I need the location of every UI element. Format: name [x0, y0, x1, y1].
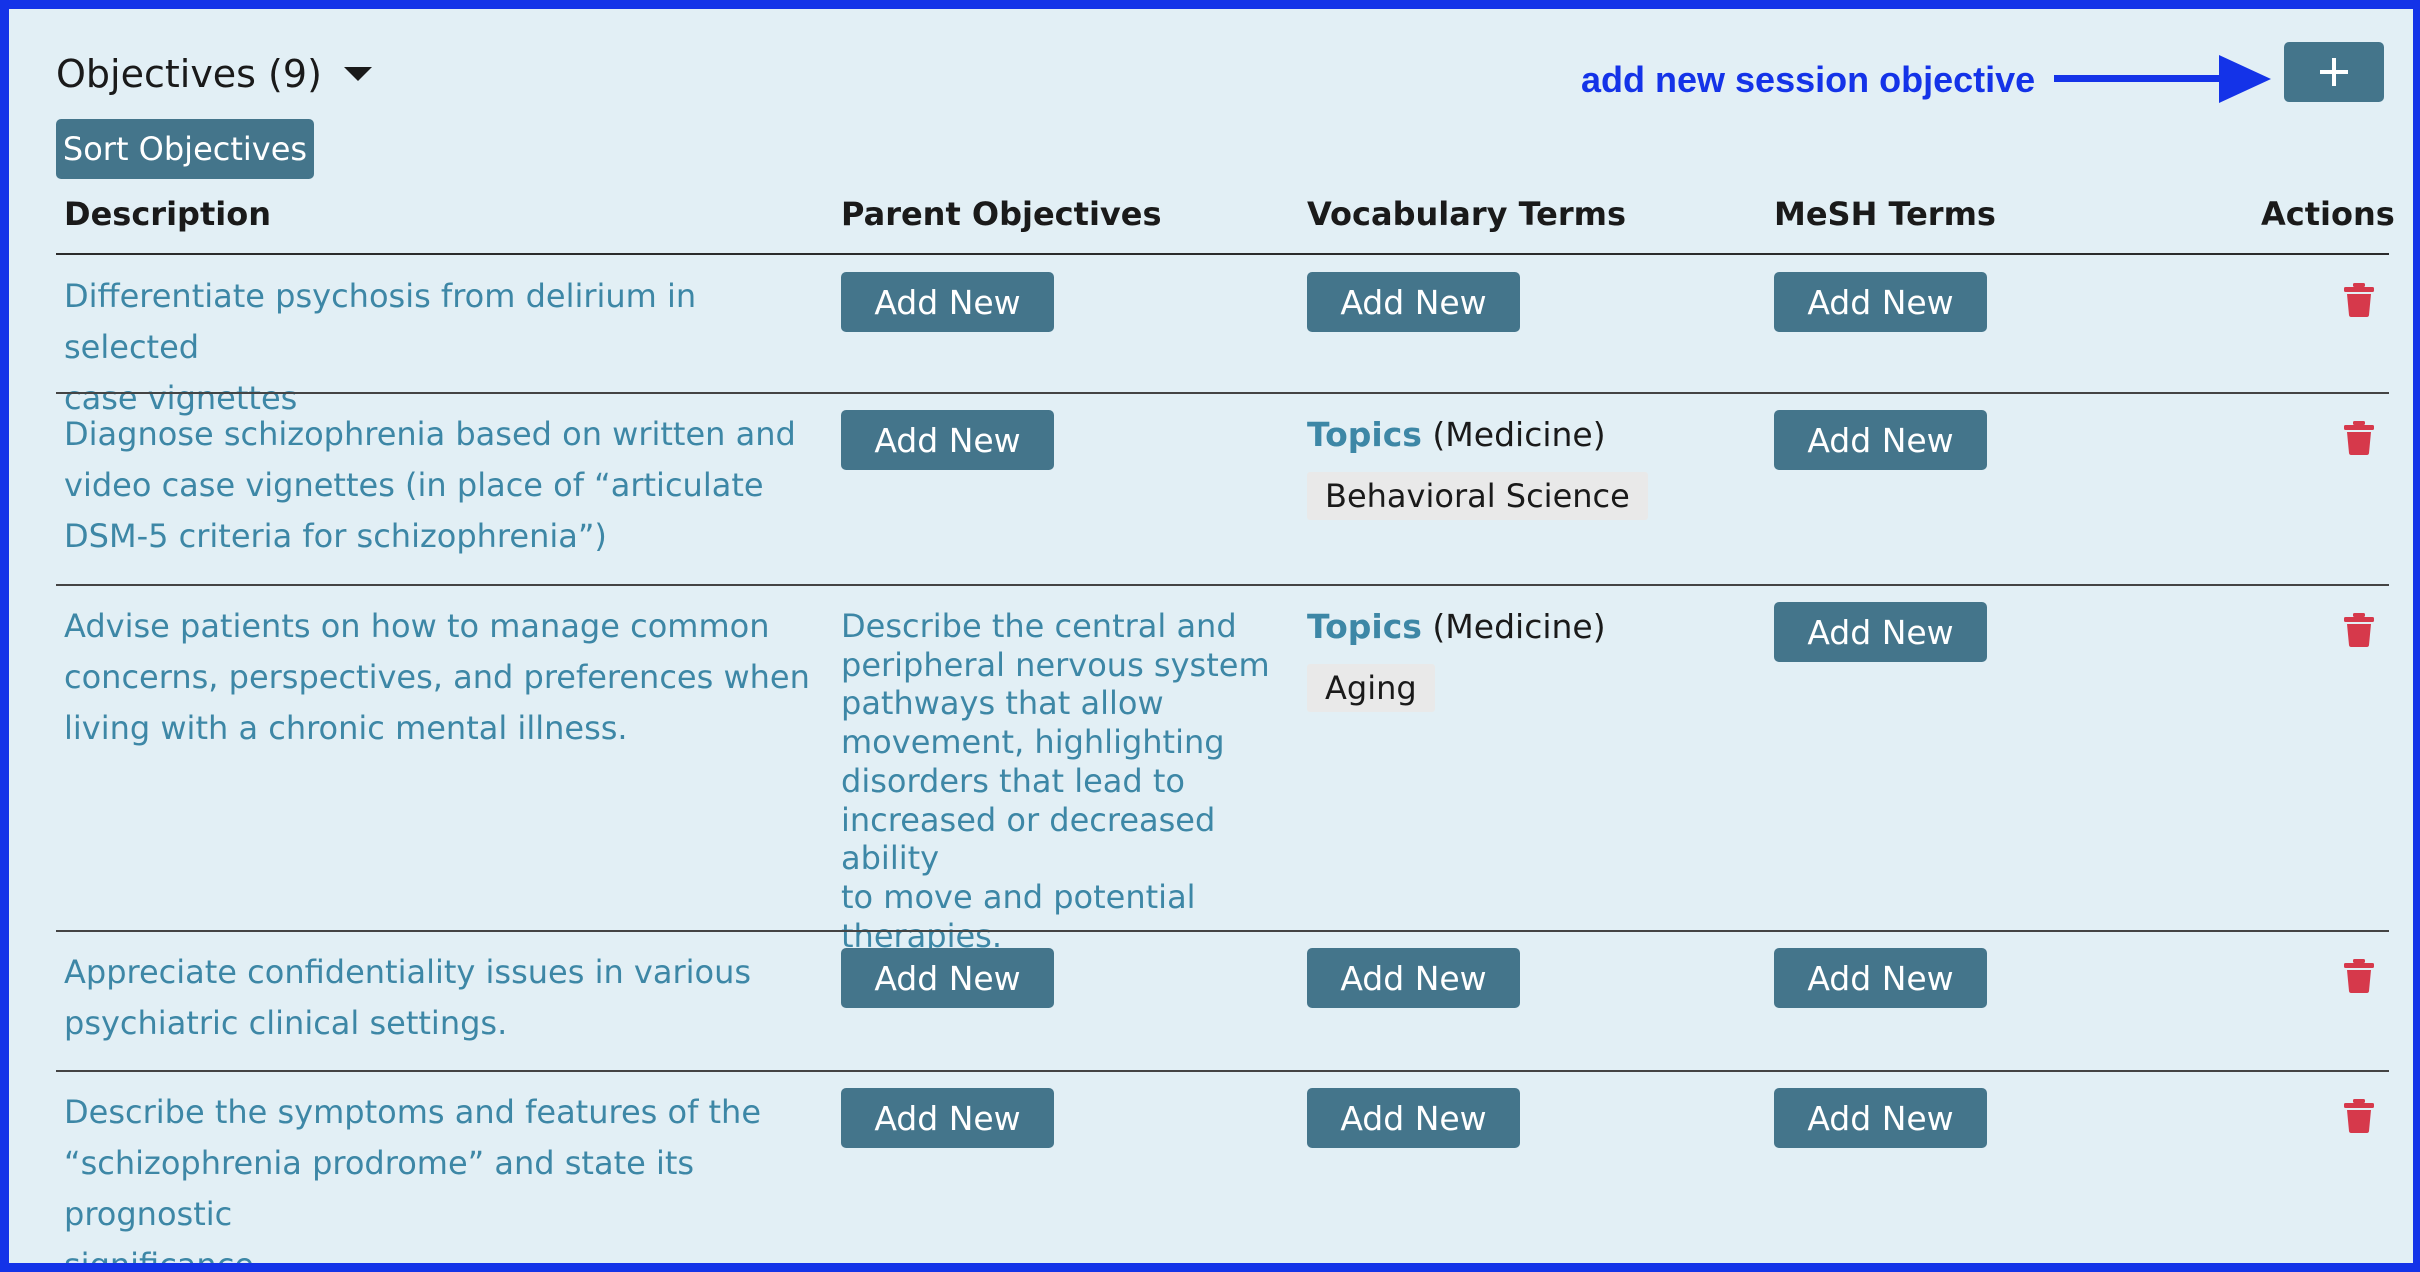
vocabulary-school: (Medicine) [1421, 415, 1606, 454]
vocabulary-line: Topics (Medicine) [1307, 415, 1606, 454]
trash-icon[interactable] [2344, 613, 2374, 647]
vocabulary-term-chip: Aging [1307, 664, 1435, 712]
column-header-parent-objectives: Parent Objectives [841, 195, 1162, 233]
objectives-header[interactable]: Objectives (9) [56, 47, 372, 101]
parent-objective-line: peripheral nervous system [841, 645, 1270, 684]
description-line: DSM-5 criteria for schizophrenia”) [64, 517, 607, 555]
vocabulary-topics-link[interactable]: Topics [1307, 607, 1422, 646]
parent-objective-line: Describe the central and [841, 607, 1237, 645]
add-vocabulary-term-button[interactable]: Add New [1307, 272, 1520, 332]
arrow-right-icon [2219, 55, 2271, 103]
add-parent-objective-button[interactable]: Add New [841, 948, 1054, 1008]
objective-description-link[interactable]: Appreciate confidentiality issues in var… [64, 947, 824, 1049]
caret-down-icon[interactable] [343, 67, 372, 81]
description-line: “schizophrenia prodrome” and state its p… [64, 1144, 695, 1233]
parent-objective-line: to move and potential [841, 877, 1196, 916]
annotation-arrow-line [2054, 75, 2224, 82]
parent-objective-link[interactable]: Describe the central and peripheral nervo… [841, 607, 1301, 955]
add-vocabulary-term-button[interactable]: Add New [1307, 1088, 1520, 1148]
parent-objective-line: disorders that lead to [841, 761, 1185, 800]
description-line: living with a chronic mental illness. [64, 709, 628, 747]
objective-description-link[interactable]: Advise patients on how to manage common c… [64, 601, 824, 754]
row-divider [56, 930, 2389, 932]
description-line: video case vignettes (in place of “artic… [64, 466, 764, 504]
parent-objective-line: pathways that allow [841, 684, 1164, 723]
row-divider [56, 1070, 2389, 1072]
parent-objective-line: movement, highlighting [841, 723, 1225, 762]
description-line: Differentiate psychosis from delirium in… [64, 277, 697, 366]
description-line: Diagnose schizophrenia based on written … [64, 415, 796, 453]
column-header-mesh-terms: MeSH Terms [1774, 195, 1996, 233]
row-divider [56, 584, 2389, 586]
column-header-description: Description [64, 195, 271, 233]
add-mesh-term-button[interactable]: Add New [1774, 1088, 1987, 1148]
trash-icon[interactable] [2344, 283, 2374, 317]
objective-description-link[interactable]: Diagnose schizophrenia based on written … [64, 409, 824, 562]
column-header-actions: Actions [2261, 195, 2395, 233]
description-line: Appreciate confidentiality issues in var… [64, 953, 752, 991]
add-mesh-term-button[interactable]: Add New [1774, 272, 1987, 332]
sort-objectives-button[interactable]: Sort Objectives [56, 119, 314, 179]
objective-description-link[interactable]: Describe the symptoms and features of th… [64, 1087, 824, 1263]
trash-icon[interactable] [2344, 959, 2374, 993]
description-line: concerns, perspectives, and preferences … [64, 658, 810, 696]
row-divider [56, 392, 2389, 394]
parent-objective-line: increased or decreased ability [841, 800, 1216, 878]
trash-icon[interactable] [2344, 421, 2374, 455]
add-parent-objective-button[interactable]: Add New [841, 272, 1054, 332]
add-vocabulary-term-button[interactable]: Add New [1307, 948, 1520, 1008]
description-line: psychiatric clinical settings. [64, 1004, 508, 1042]
description-line: Describe the symptoms and features of th… [64, 1093, 762, 1131]
column-header-vocabulary-terms: Vocabulary Terms [1307, 195, 1627, 233]
add-parent-objective-button[interactable]: Add New [841, 410, 1054, 470]
description-line: Advise patients on how to manage common [64, 607, 770, 645]
add-parent-objective-button[interactable]: Add New [841, 1088, 1054, 1148]
add-mesh-term-button[interactable]: Add New [1774, 602, 1987, 662]
vocabulary-term-chip: Behavioral Science [1307, 472, 1648, 520]
description-line: significance. [64, 1240, 824, 1263]
trash-icon[interactable] [2344, 1099, 2374, 1133]
vocabulary-topics-link[interactable]: Topics [1307, 415, 1422, 454]
annotation-callout: add new session objective [1581, 53, 2035, 107]
objectives-panel: Objectives (9) add new session objective… [9, 9, 2413, 1263]
header-divider [56, 253, 2389, 255]
annotation-text: add new session objective [1581, 59, 2036, 100]
vocabulary-school: (Medicine) [1421, 607, 1606, 646]
add-mesh-term-button[interactable]: Add New [1774, 410, 1987, 470]
objectives-title: Objectives (9) [56, 52, 322, 96]
vocabulary-line: Topics (Medicine) [1307, 607, 1606, 646]
objective-description-link[interactable]: Differentiate psychosis from delirium in… [64, 271, 824, 424]
add-mesh-term-button[interactable]: Add New [1774, 948, 1987, 1008]
add-objective-button[interactable] [2284, 42, 2384, 102]
